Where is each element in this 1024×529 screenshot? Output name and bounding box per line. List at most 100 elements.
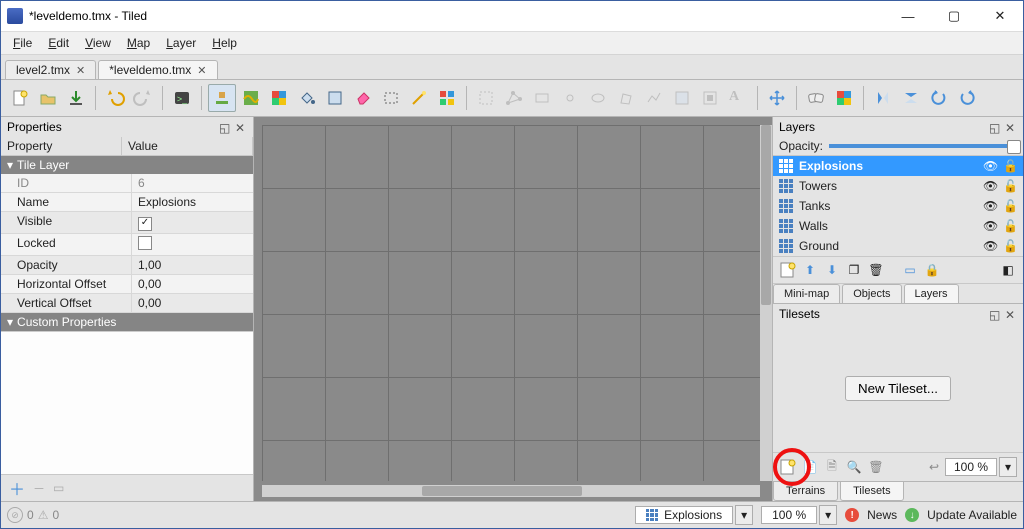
insert-text-tool[interactable]: A (725, 85, 751, 111)
paste-property-icon[interactable]: ▭ (53, 481, 64, 495)
vertical-scrollbar[interactable] (760, 125, 772, 481)
rectangle-select-tool[interactable] (378, 85, 404, 111)
eye-icon[interactable]: 👁 (983, 159, 997, 173)
undo-button[interactable] (102, 85, 128, 111)
bucket-fill-tool[interactable] (294, 85, 320, 111)
tab-leveldemo[interactable]: *leveldemo.tmx ✕ (98, 60, 217, 79)
section-custom-properties[interactable]: ▾Custom Properties (1, 313, 253, 331)
tab-tilesets[interactable]: Tilesets (840, 482, 904, 501)
news-link[interactable]: News (867, 508, 897, 522)
lock-icon[interactable]: 🔓 (1003, 159, 1017, 173)
add-property-icon[interactable]: ＋ (9, 476, 25, 500)
tab-layers[interactable]: Layers (904, 284, 959, 303)
tab-minimap[interactable]: Mini-map (773, 284, 840, 303)
insert-template-tool[interactable] (697, 85, 723, 111)
layer-item-explosions[interactable]: Explosions 👁 🔓 (773, 156, 1023, 176)
tileset-zoom-field[interactable]: 100 % (945, 458, 997, 476)
new-layer-button[interactable] (779, 261, 797, 279)
menu-file[interactable]: File (5, 34, 40, 52)
lock-icon[interactable]: 🔓 (1003, 199, 1017, 213)
select-same-tile-tool[interactable] (434, 85, 460, 111)
layer-item-tanks[interactable]: Tanks 👁 🔓 (773, 196, 1023, 216)
lock-icon[interactable]: 🔓 (1003, 239, 1017, 253)
news-badge-icon[interactable]: ! (845, 508, 859, 522)
eye-icon[interactable]: 👁 (983, 219, 997, 233)
duplicate-layer-button[interactable]: ❐ (845, 261, 863, 279)
toggle-other-layers-button[interactable]: ▭ (901, 261, 919, 279)
zoom-dropdown-icon[interactable]: ▾ (819, 505, 837, 525)
close-tab-icon[interactable]: ✕ (197, 64, 206, 77)
layer-down-button[interactable]: ⬇ (823, 261, 841, 279)
rotate-right-button[interactable] (954, 85, 980, 111)
custom-properties-area[interactable] (1, 331, 253, 474)
redo-button[interactable] (130, 85, 156, 111)
insert-ellipse-tool[interactable] (585, 85, 611, 111)
locked-checkbox[interactable] (138, 236, 152, 250)
rotate-left-button[interactable] (926, 85, 952, 111)
tab-terrains[interactable]: Terrains (773, 482, 838, 501)
row-opacity[interactable]: Opacity1,00 (1, 256, 253, 275)
layer-dropdown-icon[interactable]: ▾ (735, 505, 753, 525)
move-tool[interactable] (764, 85, 790, 111)
lock-icon[interactable]: 🔓 (1003, 179, 1017, 193)
shape-fill-tool[interactable] (322, 85, 348, 111)
delete-tileset-icon[interactable]: 🗑 (867, 458, 885, 476)
insert-polygon-tool[interactable] (613, 85, 639, 111)
row-visible[interactable]: Visible✓ (1, 212, 253, 234)
lock-all-button[interactable]: 🔒 (923, 261, 941, 279)
update-link[interactable]: Update Available (927, 508, 1017, 522)
warning-icon[interactable]: ⚠ (38, 508, 49, 522)
close-button[interactable]: ✕ (977, 1, 1023, 31)
insert-point-tool[interactable] (557, 85, 583, 111)
maximize-button[interactable]: ▢ (931, 1, 977, 31)
dock-icon[interactable]: ◱ (989, 308, 1001, 320)
wang-brush-tool[interactable] (266, 85, 292, 111)
save-button[interactable] (63, 85, 89, 111)
new-tileset-button[interactable]: New Tileset... (845, 376, 951, 401)
magic-wand-tool[interactable] (406, 85, 432, 111)
no-issues-icon[interactable]: ⊘ (7, 507, 23, 523)
row-name[interactable]: NameExplosions (1, 193, 253, 212)
close-tab-icon[interactable]: ✕ (76, 64, 85, 77)
flip-vertical-button[interactable] (898, 85, 924, 111)
insert-rectangle-tool[interactable] (529, 85, 555, 111)
terrain-brush-tool[interactable] (238, 85, 264, 111)
dock-icon[interactable]: ◱ (989, 121, 1001, 133)
edit-tileset-icon[interactable]: 🔍 (845, 458, 863, 476)
section-tile-layer[interactable]: ▾Tile Layer (1, 156, 253, 174)
zoom-selector[interactable]: 100 % ▾ (761, 505, 837, 525)
visible-checkbox[interactable]: ✓ (138, 217, 152, 231)
open-file-button[interactable] (35, 85, 61, 111)
tab-level2[interactable]: level2.tmx ✕ (5, 60, 96, 79)
row-hoffset[interactable]: Horizontal Offset0,00 (1, 275, 253, 294)
layer-item-towers[interactable]: Towers 👁 🔓 (773, 176, 1023, 196)
layer-up-button[interactable]: ⬆ (801, 261, 819, 279)
close-panel-icon[interactable]: ✕ (235, 121, 247, 133)
eye-icon[interactable]: 👁 (983, 199, 997, 213)
stamp-tool[interactable] (208, 84, 236, 112)
menu-layer[interactable]: Layer (158, 34, 204, 52)
layer-item-ground[interactable]: Ground 👁 🔓 (773, 236, 1023, 256)
minimize-button[interactable]: — (885, 1, 931, 31)
embed-tileset-icon[interactable]: 📄 (801, 458, 819, 476)
highlight-current-layer-button[interactable]: ◧ (999, 261, 1017, 279)
tileset-zoom-dropdown[interactable]: ▾ (999, 457, 1017, 477)
close-panel-icon[interactable]: ✕ (1005, 121, 1017, 133)
dynamic-wrap-icon[interactable]: ↩ (925, 458, 943, 476)
eye-icon[interactable]: 👁 (983, 239, 997, 253)
layer-opacity-slider[interactable]: Opacity: (773, 137, 1023, 156)
insert-polyline-tool[interactable] (641, 85, 667, 111)
row-voffset[interactable]: Vertical Offset0,00 (1, 294, 253, 313)
wang-fill-button[interactable] (831, 85, 857, 111)
tab-objects[interactable]: Objects (842, 284, 901, 303)
delete-layer-button[interactable]: 🗑 (867, 261, 885, 279)
menu-view[interactable]: View (77, 34, 119, 52)
new-tileset-icon[interactable] (779, 458, 797, 476)
eraser-tool[interactable] (350, 85, 376, 111)
insert-tile-tool[interactable] (669, 85, 695, 111)
menu-edit[interactable]: Edit (40, 34, 77, 52)
menu-map[interactable]: Map (119, 34, 158, 52)
select-objects-tool[interactable] (473, 85, 499, 111)
eye-icon[interactable]: 👁 (983, 179, 997, 193)
flip-horizontal-button[interactable] (870, 85, 896, 111)
